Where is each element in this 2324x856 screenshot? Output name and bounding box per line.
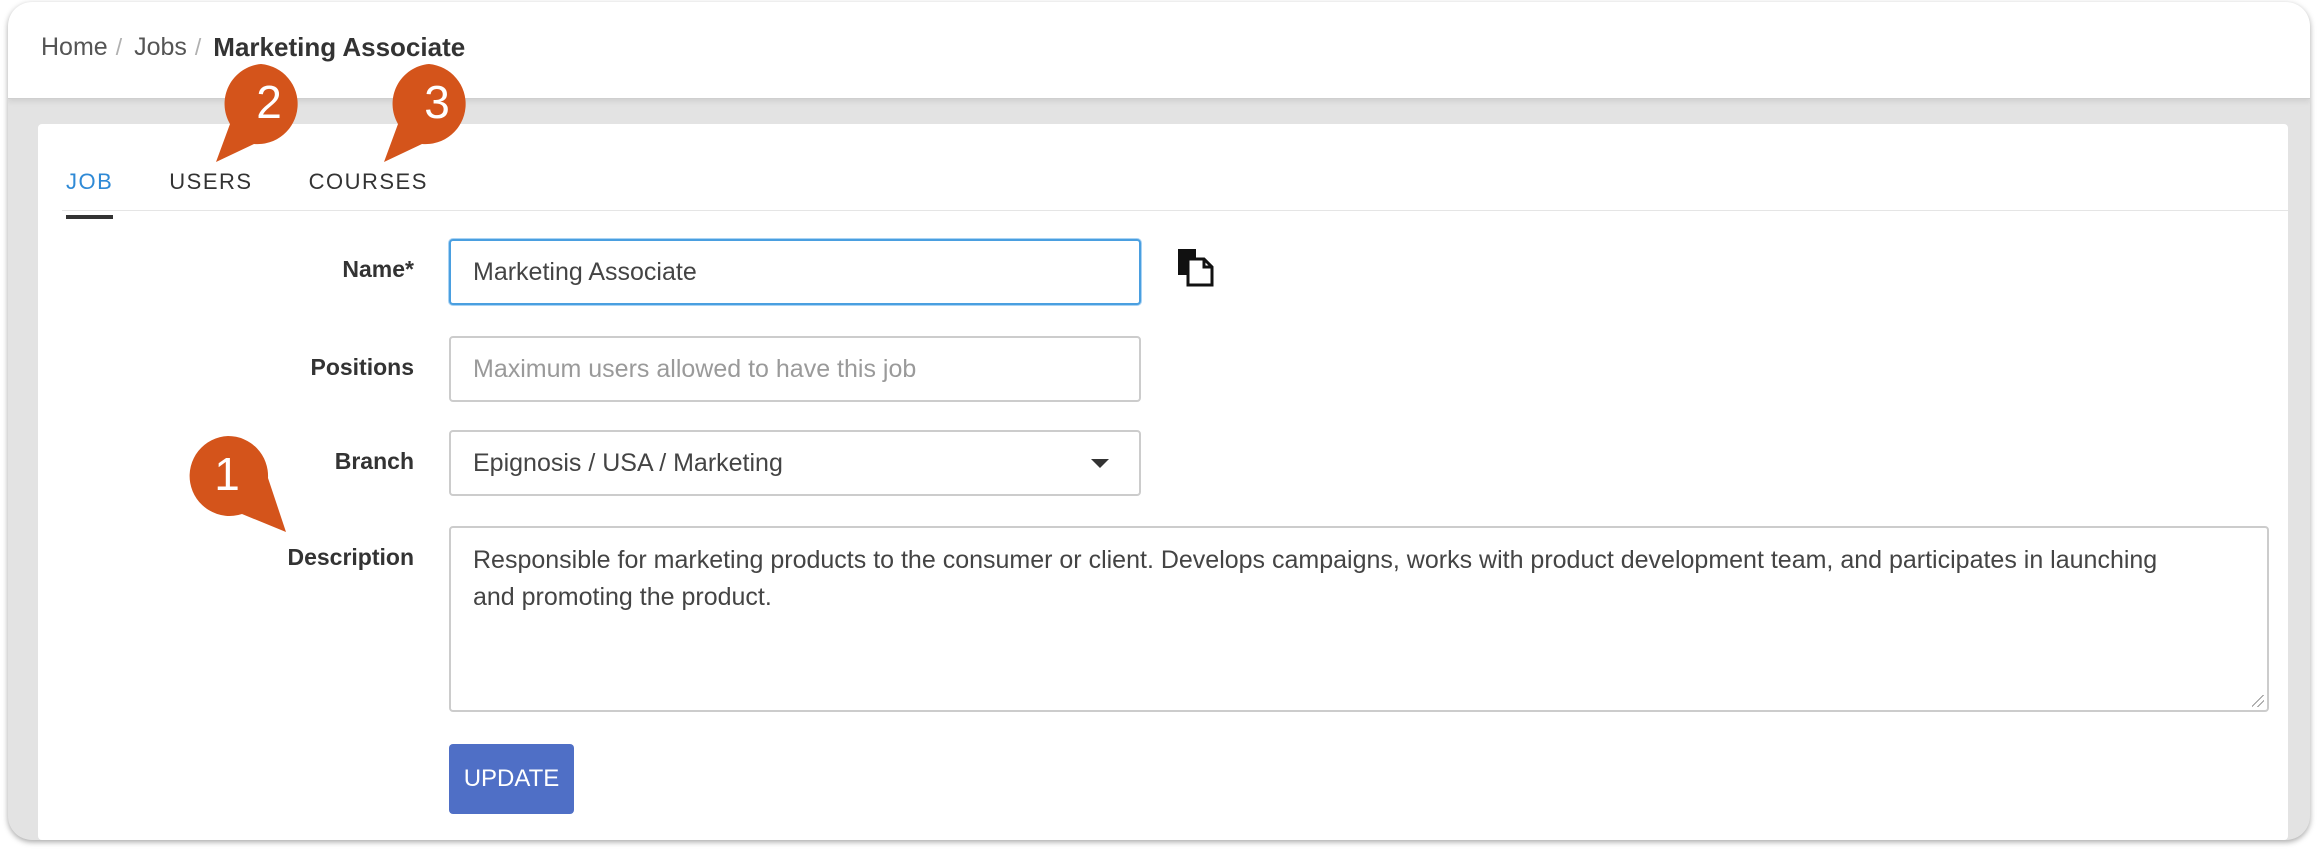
- callout-marker-1: 1: [188, 434, 286, 532]
- breadcrumb-separator: /: [194, 34, 202, 60]
- tab-bar: JOB USERS COURSES: [66, 169, 484, 219]
- job-card: JOB USERS COURSES Name* Marketing Associ…: [38, 124, 2288, 840]
- description-textarea[interactable]: Responsible for marketing products to th…: [449, 526, 2269, 712]
- copy-icon[interactable]: [1176, 247, 1216, 287]
- resize-handle[interactable]: [2252, 695, 2264, 707]
- positions-label: Positions: [310, 354, 414, 380]
- branch-select-value: Epignosis / USA / Marketing: [473, 449, 783, 477]
- name-label: Name*: [342, 256, 414, 282]
- description-value: Responsible for marketing products to th…: [473, 546, 2158, 611]
- breadcrumb: Home / Jobs / Marketing Associate: [41, 32, 465, 63]
- positions-placeholder: Maximum users allowed to have this job: [473, 355, 917, 383]
- breadcrumb-home[interactable]: Home: [41, 33, 108, 62]
- branch-select[interactable]: Epignosis / USA / Marketing: [449, 430, 1141, 496]
- callout-number: 1: [214, 448, 240, 500]
- callout-number: 3: [424, 76, 450, 128]
- description-label: Description: [287, 544, 414, 570]
- callout-number: 2: [256, 76, 282, 128]
- tab-courses[interactable]: COURSES: [309, 169, 428, 219]
- update-button[interactable]: UPDATE: [449, 744, 574, 814]
- name-input-value: Marketing Associate: [473, 258, 697, 286]
- callout-marker-3: 3: [384, 62, 488, 162]
- breadcrumb-jobs[interactable]: Jobs: [134, 33, 187, 62]
- tab-job[interactable]: JOB: [66, 169, 114, 219]
- positions-input[interactable]: Maximum users allowed to have this job: [449, 336, 1141, 402]
- app-frame: Home / Jobs / Marketing Associate JOB US…: [8, 2, 2310, 840]
- header-bar: Home / Jobs / Marketing Associate: [8, 2, 2310, 99]
- tab-divider: [62, 210, 2288, 211]
- name-input[interactable]: Marketing Associate: [449, 239, 1141, 305]
- tab-users[interactable]: USERS: [169, 169, 252, 219]
- callout-marker-2: 2: [216, 62, 320, 162]
- caret-down-icon: [1091, 459, 1109, 468]
- breadcrumb-current: Marketing Associate: [213, 32, 466, 62]
- breadcrumb-separator: /: [115, 34, 123, 60]
